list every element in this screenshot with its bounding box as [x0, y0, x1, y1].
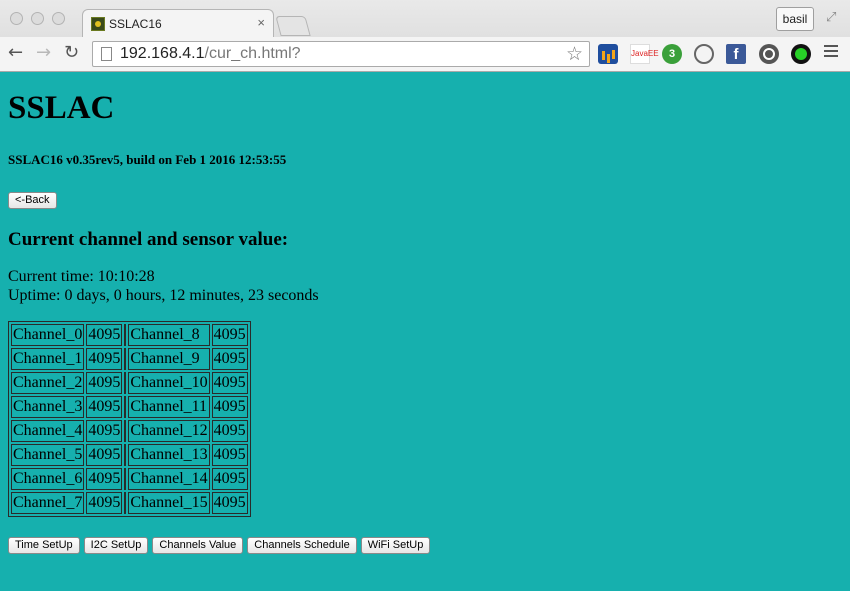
channel-name: Channel_15: [128, 492, 210, 514]
channel-value: 4095: [86, 468, 123, 490]
browser-menu-icon[interactable]: [824, 45, 838, 59]
channel-value: 4095: [86, 444, 123, 466]
column-separator: [124, 468, 127, 490]
channel-value: 4095: [211, 444, 248, 466]
time-info: Current time: 10:10:28 Uptime: 0 days, 0…: [8, 267, 319, 305]
channel-name: Channel_6: [11, 468, 85, 490]
column-separator: [124, 348, 127, 370]
column-separator: [124, 492, 127, 514]
column-separator: [124, 420, 127, 442]
channel-value: 4095: [86, 348, 123, 370]
channel-value: 4095: [211, 372, 248, 394]
footer-nav: Time SetUp I2C SetUp Channels Value Chan…: [8, 537, 431, 554]
channel-name: Channel_12: [128, 420, 210, 442]
uptime: Uptime: 0 days, 0 hours, 12 minutes, 23 …: [8, 287, 319, 304]
channel-name: Channel_2: [11, 372, 85, 394]
reload-icon[interactable]: ↻: [64, 43, 79, 63]
url-path: /cur_ch.html?: [204, 45, 301, 62]
tab-title: SSLAC16: [109, 17, 162, 31]
channel-value: 4095: [211, 324, 248, 346]
table-row: Channel_3 4095 Channel_11 4095: [11, 396, 248, 418]
channel-name: Channel_10: [128, 372, 210, 394]
url-text[interactable]: 192.168.4.1/cur_ch.html?: [120, 45, 301, 63]
browser-toolbar: ← → ↻ 192.168.4.1/cur_ch.html? ☆: [0, 37, 850, 71]
site-favicon-icon: [91, 17, 105, 31]
channel-name: Channel_0: [11, 324, 85, 346]
section-heading: Current channel and sensor value:: [8, 229, 289, 250]
page-icon: [101, 47, 112, 61]
channel-value: 4095: [211, 348, 248, 370]
channel-name: Channel_11: [128, 396, 210, 418]
analytics-extension-icon[interactable]: [598, 44, 618, 64]
badge-extension-icon[interactable]: 3: [662, 44, 682, 64]
column-separator: [124, 324, 127, 346]
browser-chrome: SSLAC16 × basil ⤢ ← → ↻ 192.168.4.1/cur_…: [0, 0, 850, 72]
profile-button[interactable]: basil: [776, 7, 814, 31]
page-title: SSLAC: [8, 90, 115, 126]
table-row: Channel_7 4095 Channel_15 4095: [11, 492, 248, 514]
bookmark-star-icon[interactable]: ☆: [566, 43, 583, 66]
window-controls: [10, 12, 65, 25]
channel-value: 4095: [86, 396, 123, 418]
table-row: Channel_2 4095 Channel_10 4095: [11, 372, 248, 394]
channel-value: 4095: [86, 492, 123, 514]
url-host: 192.168.4.1: [120, 45, 205, 62]
close-window-icon[interactable]: [10, 12, 23, 25]
build-info: SSLAC16 v0.35rev5, build on Feb 1 2016 1…: [8, 152, 287, 167]
channel-name: Channel_13: [128, 444, 210, 466]
channel-value: 4095: [86, 372, 123, 394]
channel-value: 4095: [211, 468, 248, 490]
javaee-extension-icon[interactable]: JavaEE: [630, 44, 659, 64]
wifi-setup-button[interactable]: WiFi SetUp: [360, 537, 431, 554]
table-row: Channel_0 4095 Channel_8 4095: [11, 324, 248, 346]
channel-name: Channel_1: [11, 348, 85, 370]
table-row: Channel_4 4095 Channel_12 4095: [11, 420, 248, 442]
channel-value: 4095: [86, 324, 123, 346]
new-tab-button[interactable]: [275, 16, 311, 36]
table-row: Channel_5 4095 Channel_13 4095: [11, 444, 248, 466]
channel-name: Channel_3: [11, 396, 85, 418]
column-separator: [124, 444, 127, 466]
channel-name: Channel_9: [128, 348, 210, 370]
table-row: Channel_6 4095 Channel_14 4095: [11, 468, 248, 490]
channel-table: Channel_0 4095 Channel_8 4095 Channel_1 …: [8, 321, 251, 517]
tab-close-icon[interactable]: ×: [257, 15, 265, 30]
facebook-extension-icon[interactable]: f: [726, 44, 746, 64]
tab-sslac16[interactable]: SSLAC16 ×: [82, 9, 274, 37]
back-arrow-icon[interactable]: ←: [8, 43, 23, 63]
fullscreen-icon[interactable]: ⤢: [826, 9, 836, 25]
face-extension-icon[interactable]: [694, 44, 714, 64]
channels-schedule-button[interactable]: Channels Schedule: [247, 537, 357, 554]
time-setup-button[interactable]: Time SetUp: [8, 537, 80, 554]
current-time: Current time: 10:10:28: [8, 268, 155, 285]
green-status-extension-icon[interactable]: [791, 44, 811, 64]
address-bar[interactable]: 192.168.4.1/cur_ch.html? ☆: [92, 41, 590, 67]
channel-value: 4095: [211, 396, 248, 418]
channel-name: Channel_5: [11, 444, 85, 466]
channel-name: Channel_7: [11, 492, 85, 514]
channel-name: Channel_4: [11, 420, 85, 442]
i2c-setup-button[interactable]: I2C SetUp: [83, 537, 149, 554]
minimize-window-icon[interactable]: [31, 12, 44, 25]
channel-value: 4095: [86, 420, 123, 442]
channel-name: Channel_14: [128, 468, 210, 490]
channels-value-button[interactable]: Channels Value: [152, 537, 244, 554]
column-separator: [124, 372, 127, 394]
table-row: Channel_1 4095 Channel_9 4095: [11, 348, 248, 370]
steering-extension-icon[interactable]: [759, 44, 779, 64]
channel-value: 4095: [211, 492, 248, 514]
forward-arrow-icon[interactable]: →: [36, 43, 51, 63]
channel-value: 4095: [211, 420, 248, 442]
back-button[interactable]: <-Back: [8, 192, 57, 209]
column-separator: [124, 396, 127, 418]
channel-name: Channel_8: [128, 324, 210, 346]
zoom-window-icon[interactable]: [52, 12, 65, 25]
